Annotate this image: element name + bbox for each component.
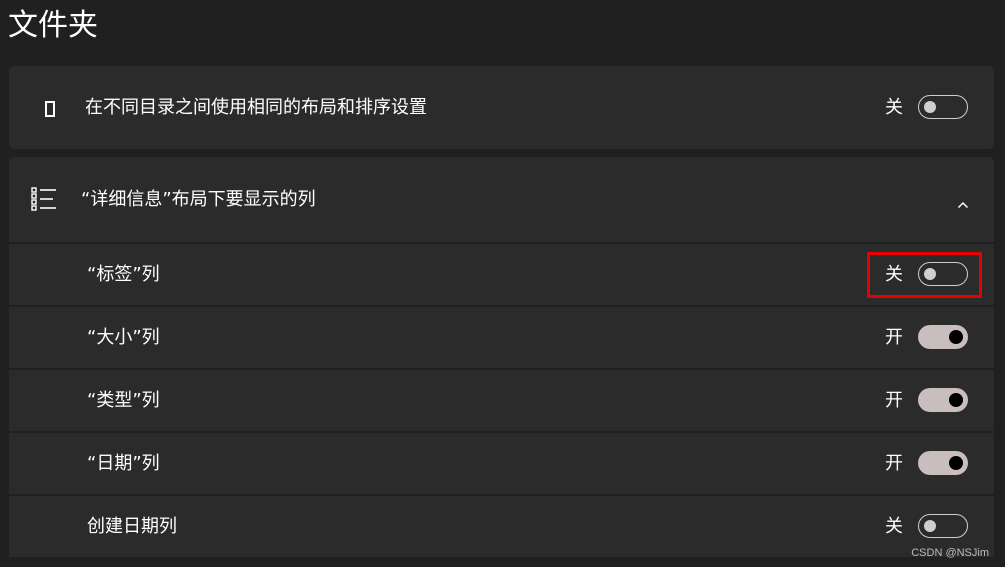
toggle-knob xyxy=(924,101,936,113)
toggle-knob xyxy=(924,520,936,532)
same-layout-state-label: 关 xyxy=(885,97,903,118)
column-row-created-date: 创建日期列 关 xyxy=(9,496,994,557)
column-row-state-label: 关 xyxy=(885,516,903,537)
toggle-knob xyxy=(949,330,963,344)
chevron-up-icon[interactable] xyxy=(957,194,969,213)
column-row-size: “大小”列 开 xyxy=(9,307,994,368)
column-row-state-label: 开 xyxy=(885,453,903,474)
setting-card-same-layout: 在不同目录之间使用相同的布局和排序设置 关 xyxy=(9,66,994,149)
column-row-label: 创建日期列 xyxy=(87,516,177,537)
folder-rect-icon xyxy=(45,101,55,121)
watermark: CSDN @NSJim xyxy=(911,547,989,559)
same-layout-toggle[interactable] xyxy=(918,95,968,119)
date-column-toggle[interactable] xyxy=(918,451,968,475)
column-row-label: “类型”列 xyxy=(87,390,160,411)
details-columns-label: “详细信息”布局下要显示的列 xyxy=(81,189,316,210)
toggle-knob xyxy=(949,393,963,407)
created-date-column-toggle[interactable] xyxy=(918,514,968,538)
page-title: 文件夹 xyxy=(8,8,98,43)
column-row-date: “日期”列 开 xyxy=(9,433,994,494)
column-row-label: “日期”列 xyxy=(87,453,160,474)
toggle-knob xyxy=(949,456,963,470)
details-columns-header[interactable]: “详细信息”布局下要显示的列 xyxy=(9,157,994,242)
column-row-tags: “标签”列 关 xyxy=(9,244,994,305)
size-column-toggle[interactable] xyxy=(918,325,968,349)
column-row-label: “标签”列 xyxy=(87,264,160,285)
column-row-state-label: 开 xyxy=(885,327,903,348)
type-column-toggle[interactable] xyxy=(918,388,968,412)
column-row-type: “类型”列 开 xyxy=(9,370,994,431)
details-list-icon xyxy=(31,187,57,215)
column-row-label: “大小”列 xyxy=(87,327,160,348)
same-layout-label: 在不同目录之间使用相同的布局和排序设置 xyxy=(85,97,427,118)
column-row-state-label: 开 xyxy=(885,390,903,411)
highlight-box xyxy=(867,252,982,298)
